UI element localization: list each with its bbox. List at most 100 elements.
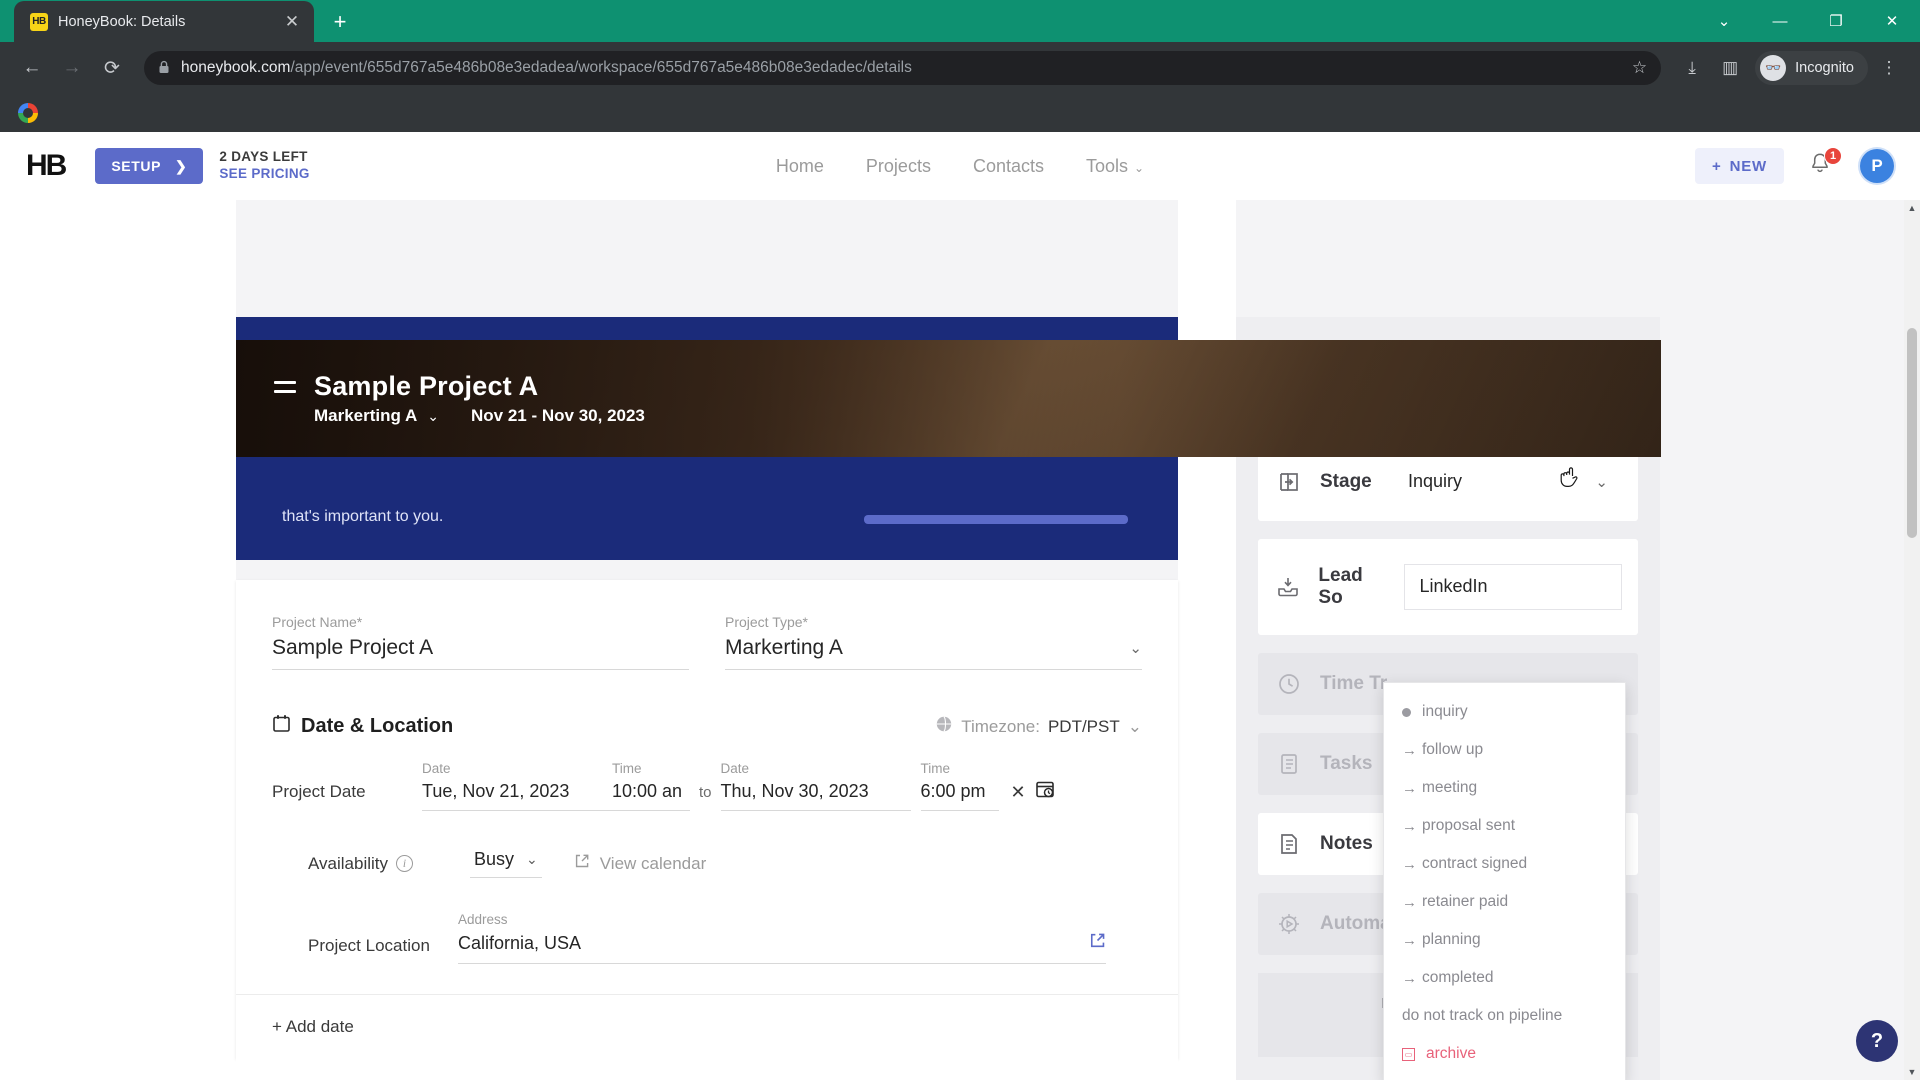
- lead-source-label: Lead So: [1318, 564, 1363, 608]
- start-date-input[interactable]: Tue, Nov 21, 2023: [422, 781, 612, 811]
- stage-option-follow-up[interactable]: → follow up: [1384, 731, 1625, 769]
- date-picker-icon[interactable]: [1034, 778, 1056, 811]
- project-name-input[interactable]: Sample Project A: [272, 636, 689, 670]
- maximize-icon[interactable]: ❐: [1808, 0, 1864, 42]
- notifications-button[interactable]: 1: [1808, 147, 1842, 181]
- start-time-field[interactable]: Time 10:00 an: [612, 761, 690, 811]
- address-value: California, USA: [458, 932, 582, 953]
- add-date-button[interactable]: + Add date: [236, 994, 1178, 1059]
- open-map-icon[interactable]: [1089, 932, 1106, 954]
- chevron-down-icon[interactable]: ⌄: [427, 408, 439, 425]
- lead-source-input[interactable]: LinkedIn: [1404, 563, 1622, 610]
- stage-option-label: planning: [1422, 931, 1481, 948]
- menu-icon[interactable]: [274, 381, 296, 399]
- minimize-icon[interactable]: —: [1752, 0, 1808, 42]
- url-text: honeybook.com/app/event/655d767a5e486b08…: [181, 59, 912, 77]
- bookmark-star-icon[interactable]: ☆: [1632, 58, 1647, 78]
- stage-option-meeting[interactable]: → meeting: [1384, 769, 1625, 807]
- stage-icon: [1274, 470, 1304, 494]
- arrow-right-icon: →: [1402, 969, 1417, 987]
- chevron-down-icon: ⌄: [1134, 160, 1145, 175]
- view-calendar-link[interactable]: View calendar: [574, 853, 706, 874]
- reload-icon[interactable]: ⟳: [94, 50, 130, 86]
- project-details-card: Project Name* Sample Project A Project T…: [236, 580, 1178, 1059]
- stage-option-proposal-sent[interactable]: → proposal sent: [1384, 807, 1625, 845]
- chevron-down-icon: ⌄: [1595, 473, 1608, 491]
- page-scrollbar[interactable]: ▲ ▼: [1904, 200, 1920, 1080]
- google-icon[interactable]: [18, 103, 38, 123]
- end-date-input[interactable]: Thu, Nov 30, 2023: [720, 781, 911, 811]
- nav-item-contacts[interactable]: Contacts: [973, 156, 1044, 177]
- download-icon[interactable]: ⤓: [1675, 51, 1709, 85]
- start-time-label: Time: [612, 761, 642, 776]
- window-close-icon[interactable]: ✕: [1864, 0, 1920, 42]
- scroll-down-arrow-icon[interactable]: ▼: [1904, 1064, 1920, 1080]
- new-button[interactable]: + NEW: [1695, 148, 1784, 184]
- nav-label: Tools: [1086, 155, 1129, 176]
- address-field[interactable]: Address California, USA: [458, 912, 1106, 964]
- chevron-down-icon: ⌄: [1127, 716, 1142, 736]
- stage-option-completed[interactable]: → completed: [1384, 959, 1625, 997]
- nav-item-tools[interactable]: Tools ⌄: [1086, 156, 1144, 177]
- honeybook-logo[interactable]: HB: [26, 149, 67, 183]
- forward-icon[interactable]: →: [54, 50, 90, 86]
- lock-icon: [158, 60, 170, 77]
- incognito-label: Incognito: [1795, 60, 1854, 76]
- arrow-right-icon: →: [1402, 779, 1417, 797]
- stage-option-do-not-track[interactable]: do not track on pipeline: [1384, 997, 1625, 1035]
- stage-option-label: archive: [1426, 1045, 1476, 1062]
- end-date-field[interactable]: Date Thu, Nov 30, 2023: [720, 761, 911, 811]
- back-icon[interactable]: ←: [14, 50, 50, 86]
- start-date-field[interactable]: Date Tue, Nov 21, 2023: [422, 761, 612, 811]
- new-tab-icon[interactable]: +: [320, 2, 360, 42]
- address-input[interactable]: California, USA: [458, 932, 1106, 964]
- content-area: that's important to you. Project Name* S…: [0, 200, 1920, 1080]
- stage-option-planning[interactable]: → planning: [1384, 921, 1625, 959]
- project-type-select[interactable]: Markerting A ⌄: [725, 636, 1142, 670]
- to-separator: to: [699, 784, 712, 801]
- banner-project-type[interactable]: Markerting A: [314, 406, 417, 426]
- arrow-right-icon: →: [1402, 931, 1417, 949]
- chevron-down-icon: ⌄: [1129, 640, 1142, 657]
- scrollbar-thumb[interactable]: [1907, 328, 1917, 538]
- stage-option-archive[interactable]: ▭ archive: [1384, 1035, 1625, 1073]
- end-time-field[interactable]: Time 6:00 pm: [920, 761, 999, 811]
- end-time-input[interactable]: 6:00 pm: [920, 781, 999, 811]
- sidebar-item-label: Tasks: [1320, 752, 1373, 774]
- scroll-up-arrow-icon[interactable]: ▲: [1904, 200, 1920, 216]
- nav-item-projects[interactable]: Projects: [866, 156, 931, 177]
- incognito-icon: 👓: [1760, 55, 1787, 81]
- side-panel-icon[interactable]: ▥: [1713, 51, 1747, 85]
- availability-select[interactable]: Busy ⌄: [470, 849, 542, 878]
- close-icon[interactable]: ✕: [280, 10, 304, 34]
- chevron-down-icon[interactable]: ⌄: [1696, 0, 1752, 42]
- see-pricing-link[interactable]: SEE PRICING: [219, 166, 309, 183]
- setup-button[interactable]: SETUP ❯: [95, 148, 204, 184]
- help-button[interactable]: ?: [1856, 1020, 1898, 1062]
- stage-option-retainer-paid[interactable]: → retainer paid: [1384, 883, 1625, 921]
- start-time-input[interactable]: 10:00 an: [612, 781, 690, 811]
- availability-label: Availability i: [308, 854, 458, 874]
- browser-tab[interactable]: HB HoneyBook: Details ✕: [14, 1, 314, 42]
- stage-select[interactable]: Inquiry ⌄: [1394, 455, 1622, 508]
- user-avatar[interactable]: P: [1860, 149, 1894, 183]
- stage-option-inquiry[interactable]: inquiry: [1384, 693, 1625, 731]
- project-name-label: Project Name*: [272, 614, 363, 630]
- project-type-field[interactable]: Project Type* Markerting A ⌄: [725, 614, 1142, 670]
- project-date-label: Project Date: [272, 782, 366, 801]
- stage-option-label: meeting: [1422, 779, 1478, 796]
- address-bar[interactable]: honeybook.com/app/event/655d767a5e486b08…: [144, 51, 1662, 85]
- stage-option-contract-signed[interactable]: → contract signed: [1384, 845, 1625, 883]
- trial-status[interactable]: 2 DAYS LEFT SEE PRICING: [219, 149, 309, 183]
- timezone-label: Timezone:: [961, 716, 1040, 736]
- nav-item-home[interactable]: Home: [776, 156, 824, 177]
- stage-label: Stage: [1320, 470, 1372, 492]
- bookmarks-bar: [0, 94, 1920, 132]
- timezone-selector[interactable]: Timezone: PDT/PST ⌄: [935, 715, 1142, 738]
- clear-date-icon[interactable]: ✕: [999, 782, 1034, 811]
- info-icon[interactable]: i: [396, 855, 414, 872]
- project-name-field[interactable]: Project Name* Sample Project A: [272, 614, 689, 670]
- browser-menu-icon[interactable]: ⋮: [1872, 51, 1906, 85]
- new-button-label: NEW: [1729, 157, 1767, 175]
- incognito-indicator[interactable]: 👓 Incognito: [1755, 51, 1868, 85]
